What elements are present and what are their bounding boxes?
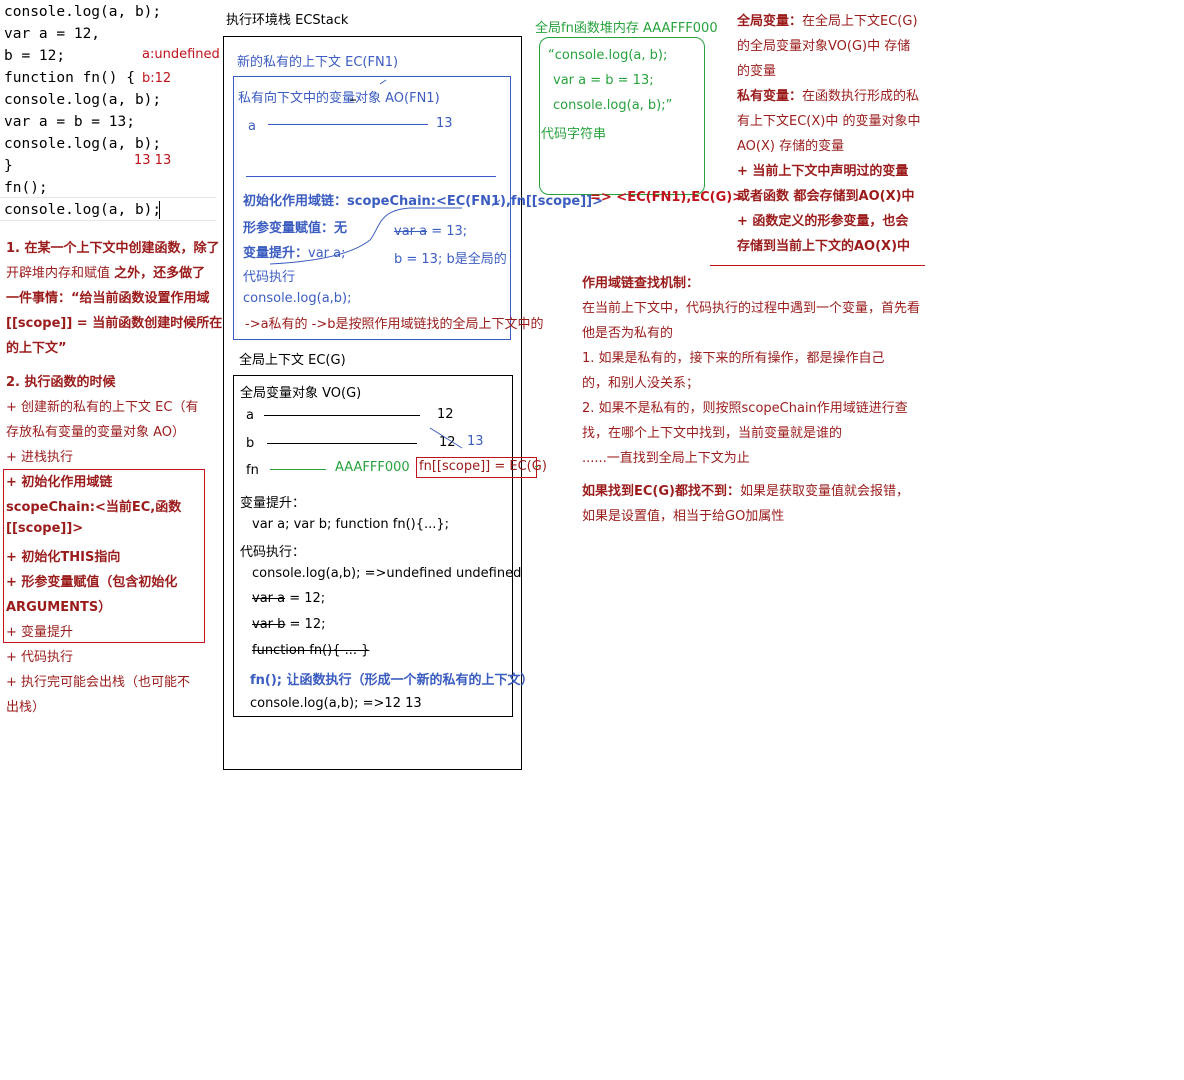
exec-line: console.log(a,b); =>12 13: [250, 696, 422, 711]
divider: [0, 220, 216, 221]
note-line: ARGUMENTS）: [6, 600, 112, 615]
strike-mark: [429, 427, 463, 449]
annotation-b12: b:12: [142, 71, 172, 86]
note-line: + 函数定义的形参变量，也会: [737, 214, 909, 229]
code-line: console.log(a, b);: [4, 92, 162, 108]
connector: [535, 466, 538, 467]
strike-text: var b: [252, 617, 286, 632]
note-line: 2. 执行函数的时候: [6, 375, 116, 390]
stack-title: 执行环境栈 ECStack: [226, 13, 349, 28]
note-line: 如果找到EC(G)都找不到：如果是获取变量值就会报错，: [582, 480, 909, 499]
heap-line: console.log(a, b);”: [553, 98, 673, 113]
exec-text: = 12;: [285, 591, 326, 606]
heap-title: 全局fn函数堆内存 AAAFFF000: [535, 21, 718, 36]
note-line: + 创建新的私有的上下文 EC（有: [6, 400, 199, 415]
note-line: 出栈）: [6, 700, 46, 715]
note-text: 之外，还多做了: [114, 266, 206, 281]
note-line: 存储到当前上下文的AO(X)中: [737, 239, 911, 254]
vo-fn-label: fn: [246, 463, 259, 478]
note-line: + 初始化作用域链: [6, 475, 113, 490]
strike-text: var a: [252, 591, 286, 606]
note-line: 私有变量：在函数执行形成的私: [737, 85, 919, 104]
vo-b-label: b: [246, 436, 255, 451]
note-line: [[scope]] = 当前函数创建时候所在: [6, 316, 223, 331]
note-line: 找，在哪个上下文中找到，当前变量就是谁的: [582, 426, 843, 441]
annotation-13-13: 13 13: [134, 153, 172, 168]
note-line: 或者函数 都会存储到AO(X)中: [737, 189, 915, 204]
note-line: 如果是设置值，相当于给GO加属性: [582, 509, 785, 524]
note-text: 在函数执行形成的私: [802, 89, 920, 104]
vo-fn-value: AAAFFF000: [335, 460, 410, 475]
note-line: + 当前上下文中声明过的变量: [737, 164, 909, 179]
note-line: + 变量提升: [6, 625, 74, 640]
hoist-title: 变量提升：: [240, 496, 306, 511]
note-line: 在当前上下文中，代码执行的过程中遇到一个变量，首先看: [582, 301, 921, 316]
note-line: 存放私有变量的变量对象 AO）: [6, 425, 186, 440]
mech-title: 作用域链查找机制：: [582, 276, 700, 291]
note-line: 有上下文EC(X)中 的变量对象中: [737, 114, 921, 129]
note-line: 全局变量：在全局上下文EC(G): [737, 10, 918, 29]
note-line: 他是否为私有的: [582, 326, 674, 341]
exec-line: console.log(a,b); =>undefined undefined: [252, 566, 522, 581]
note-label: 如果找到EC(G)都找不到：: [582, 484, 740, 499]
code-line: var a = b = 13;: [4, 114, 135, 130]
note-line: 一件事情：“给当前函数设置作用域: [6, 291, 210, 306]
heap-line: 代码字符串: [541, 127, 607, 142]
exec-line: fn(); 让函数执行（形成一个新的私有的上下文）: [250, 673, 534, 688]
code-line: function fn() {: [4, 70, 135, 86]
ecg-title: 全局上下文 EC(G): [239, 353, 346, 368]
note-text: 如果是获取变量值就会报错，: [739, 484, 909, 499]
note-line: 1. 在某一个上下文中创建函数，除了: [6, 241, 220, 256]
note-text: 开辟堆内存和赋值: [6, 266, 115, 281]
code-line: console.log(a, b);: [4, 4, 162, 20]
note-label: 私有变量：: [737, 89, 803, 104]
exec-line: var b = 12;: [252, 617, 325, 632]
note-line: [[scope]]>: [6, 521, 84, 536]
divider: [0, 197, 216, 198]
annotation-a-undefined: a:undefined: [142, 47, 220, 62]
text-cursor: [159, 201, 160, 219]
pointer-line: [267, 443, 417, 444]
note-line: + 执行完可能会出栈（也可能不: [6, 675, 191, 690]
note-line: + 进栈执行: [6, 450, 74, 465]
note-line: + 初始化THIS指向: [6, 550, 121, 565]
pointer-line: [270, 469, 326, 470]
scope-chain-result: => <EC(FN1),EC(G)>: [590, 190, 744, 205]
note-line: 2. 如果不是私有的，则按照scopeChain作用域链进行查: [582, 401, 908, 416]
exec-line: var a = 12;: [252, 591, 325, 606]
code-line: fn();: [4, 180, 48, 196]
note-line: AO(X) 存储的变量: [737, 139, 845, 154]
code-line: }: [4, 158, 13, 174]
note-line: 的变量: [737, 64, 777, 79]
divider: [710, 265, 925, 266]
vo-b-new: 13: [467, 434, 484, 449]
heap-line: “console.log(a, b);: [548, 48, 668, 63]
vo-a-label: a: [246, 408, 254, 423]
note-line: 1. 如果是私有的，接下来的所有操作，都是操作自己: [582, 351, 885, 366]
vo-a-value: 12: [437, 407, 454, 422]
code-line: b = 12;: [4, 48, 66, 64]
note-line: 的全局变量对象VO(G)中 存储: [737, 39, 911, 54]
exec-title: 代码执行：: [240, 545, 306, 560]
exec-text: = 12;: [285, 617, 326, 632]
note-line: + 形参变量赋值（包含初始化: [6, 575, 178, 590]
note-line: scopeChain:<当前EC,函数: [6, 500, 182, 515]
vo-title: 全局变量对象 VO(G): [240, 386, 362, 401]
note-line: 开辟堆内存和赋值 之外，还多做了: [6, 262, 205, 281]
heap-line: var a = b = 13;: [553, 73, 654, 88]
note-line: ......一直找到全局上下文为止: [582, 451, 750, 466]
note-label: 全局变量：: [737, 14, 803, 29]
fn-scope: fn[[scope]] = EC(G): [419, 459, 547, 474]
exec-line: function fn(){ ... }: [252, 643, 370, 658]
note-text: 在全局上下文EC(G): [802, 14, 918, 29]
code-line: console.log(a, b);: [4, 202, 162, 218]
handwritten-strokes: [269, 79, 501, 265]
note-line: + 代码执行: [6, 650, 74, 665]
hoist-detail: var a; var b; function fn(){...};: [252, 517, 450, 532]
code-line: var a = 12,: [4, 26, 101, 42]
note-line: 的，和别人没关系；: [582, 376, 700, 391]
note-line: 的上下文”: [6, 341, 67, 356]
code-line: console.log(a, b);: [4, 136, 162, 152]
pointer-line: [264, 415, 420, 416]
